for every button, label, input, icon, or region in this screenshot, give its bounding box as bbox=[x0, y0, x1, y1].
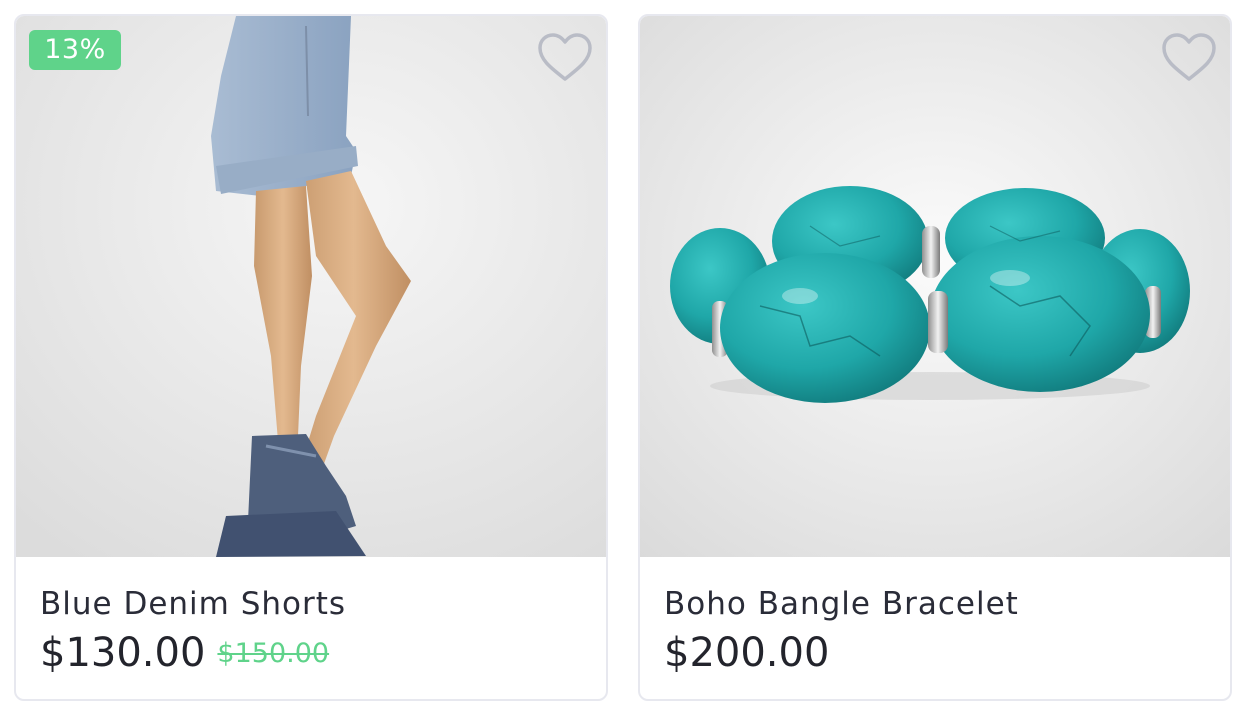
product-info: Boho Bangle Bracelet $200.00 bbox=[664, 584, 1206, 686]
product-grid: 13% Blue Denim Shorts $130.00 $150.00 Bo… bbox=[0, 0, 1248, 717]
heart-outline-icon[interactable] bbox=[1160, 32, 1218, 84]
product-card-denim-shorts[interactable]: 13% Blue Denim Shorts $130.00 $150.00 bbox=[14, 14, 608, 701]
discount-badge: 13% bbox=[29, 30, 121, 70]
product-info: Blue Denim Shorts $130.00 $150.00 bbox=[40, 584, 582, 686]
product-card-bangle-bracelet[interactable]: Boho Bangle Bracelet $200.00 bbox=[638, 14, 1232, 701]
product-image-bangle-bracelet[interactable] bbox=[640, 16, 1230, 557]
price-row: $200.00 bbox=[664, 628, 1206, 686]
original-price: $150.00 bbox=[217, 638, 330, 669]
product-title[interactable]: Blue Denim Shorts bbox=[40, 584, 582, 624]
product-image-denim-shorts[interactable] bbox=[16, 16, 606, 557]
heart-outline-icon[interactable] bbox=[536, 32, 594, 84]
current-price: $200.00 bbox=[664, 630, 830, 676]
price-row: $130.00 $150.00 bbox=[40, 628, 582, 686]
current-price: $130.00 bbox=[40, 630, 206, 676]
product-title[interactable]: Boho Bangle Bracelet bbox=[664, 584, 1206, 624]
